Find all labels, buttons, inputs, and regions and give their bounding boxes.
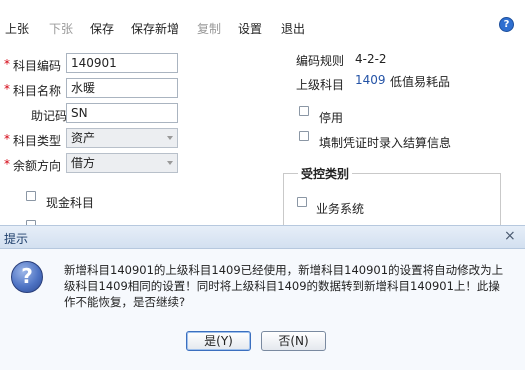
code-rule-value: 4-2-2 — [355, 52, 387, 66]
settlement-label: 填制凭证时录入结算信息 — [319, 136, 452, 150]
toolbar: 上张 下张 保存 保存新增 复制 设置 退出 ? — [0, 0, 525, 50]
exit-button[interactable]: 退出 — [281, 20, 305, 37]
question-icon: ? — [11, 261, 43, 293]
code-rule-label: 编码规则 — [296, 54, 345, 68]
chevron-down-icon — [167, 136, 173, 140]
code-input[interactable]: 140901 — [66, 53, 178, 73]
cash-checkbox[interactable] — [26, 191, 36, 201]
cash-label: 现金科目 — [46, 196, 95, 210]
disable-label: 停用 — [319, 111, 344, 125]
settlement-checkbox[interactable] — [299, 131, 309, 141]
chevron-down-icon — [167, 161, 173, 165]
direction-label: 余额方向 — [13, 159, 62, 173]
type-label: 科目类型 — [13, 134, 62, 148]
parent-label: 上级科目 — [296, 78, 345, 92]
dialog-title-bar: 提示 × — [0, 226, 525, 249]
controlled-category-title: 受控类别 — [298, 165, 353, 182]
mnemonic-label: 助记码 — [31, 109, 68, 123]
yes-button[interactable]: 是(Y) — [186, 331, 251, 351]
name-label: 科目名称 — [13, 84, 62, 98]
direction-value: 借方 — [71, 156, 96, 170]
business-system-checkbox[interactable] — [297, 197, 307, 207]
direction-select[interactable]: 借方 — [66, 153, 178, 173]
settings-button[interactable]: 设置 — [238, 20, 262, 37]
business-system-label: 业务系统 — [316, 202, 365, 216]
help-icon[interactable]: ? — [499, 17, 514, 32]
prompt-dialog: 提示 × ? 新增科目140901的上级科目1409已经使用，新增科目14090… — [0, 225, 525, 370]
copy-button[interactable]: 复制 — [197, 20, 221, 37]
close-icon[interactable]: × — [504, 228, 516, 244]
required-mark: * — [4, 157, 10, 171]
dialog-message: 新增科目140901的上级科目1409已经使用，新增科目140901的设置将自动… — [64, 263, 504, 309]
save-button[interactable]: 保存 — [90, 20, 114, 37]
required-mark: * — [4, 57, 10, 71]
mnemonic-input[interactable]: SN — [66, 103, 178, 123]
required-mark: * — [4, 82, 10, 96]
save-and-new-button[interactable]: 保存新增 — [131, 20, 179, 37]
type-select[interactable]: 资产 — [66, 128, 178, 148]
disable-checkbox[interactable] — [299, 106, 309, 116]
name-input[interactable]: 水暖 — [66, 78, 178, 98]
parent-name: 低值易耗品 — [390, 75, 451, 89]
type-value: 资产 — [71, 131, 96, 145]
next-record-button[interactable]: 下张 — [49, 20, 73, 37]
parent-code: 1409 — [355, 73, 386, 87]
required-mark: * — [4, 132, 10, 146]
dialog-title: 提示 — [4, 232, 29, 246]
prev-record-button[interactable]: 上张 — [5, 20, 29, 37]
code-label: 科目编码 — [13, 59, 62, 73]
no-button[interactable]: 否(N) — [261, 331, 326, 351]
